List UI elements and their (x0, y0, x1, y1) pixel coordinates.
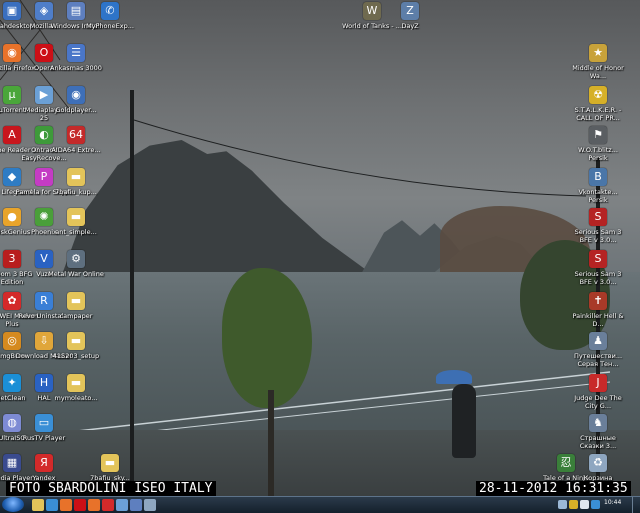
language-icon[interactable] (591, 500, 600, 509)
media-player-icon[interactable] (60, 499, 72, 511)
flag-icon[interactable] (569, 500, 578, 509)
desktop-shortcut-label: campaper (59, 312, 93, 320)
app-icon[interactable] (144, 499, 156, 511)
rustv-icon: ▭ (35, 414, 53, 432)
ie-icon[interactable] (46, 499, 58, 511)
desktop-shortcut[interactable]: B Vkontakte... Persik (568, 168, 628, 204)
folder-explorer-icon[interactable] (32, 499, 44, 511)
desktop-shortcut-label: ant_simple... (55, 228, 97, 236)
network-icon[interactable] (558, 500, 567, 509)
opera-icon[interactable] (74, 499, 86, 511)
taskbar-clock[interactable]: 10:44 (604, 499, 621, 506)
desktop-shortcut[interactable]: ◉ Goldplayer... (46, 86, 106, 114)
folder-icon: ▬ (67, 374, 85, 392)
folder-icon: ▬ (67, 208, 85, 226)
desktop-shortcut-label: MyPhoneExp... (86, 22, 134, 30)
desktop-shortcut[interactable]: S Serious Sam 3 BFE v 3.0... (568, 208, 628, 244)
wot-blitz-icon: ⚑ (589, 126, 607, 144)
start-button[interactable] (2, 497, 24, 512)
desktop-shortcut[interactable]: ♟ Путешестви... Серая Тен... (568, 332, 628, 368)
desktop-shortcut[interactable]: Я Yandex (14, 454, 74, 482)
stalker-icon: ☢ (589, 86, 607, 104)
app-icon[interactable] (130, 499, 142, 511)
app-icon[interactable] (116, 499, 128, 511)
desktop-shortcut-label: Страшные Сказки 3... (579, 434, 617, 450)
desktop-shortcut-label: Serious Sam 3 BFE v 3.0... (574, 228, 622, 244)
setup-icon: ▬ (67, 332, 85, 350)
game-icon: ♟ (589, 332, 607, 350)
folder-icon: ▬ (67, 292, 85, 310)
recycle-bin-icon: ♻ (589, 454, 607, 472)
myphone-icon: ✆ (101, 2, 119, 20)
desktop-shortcut-label: S.T.A.L.K.E.R. - CALL OF PR... (574, 106, 622, 122)
desktop-shortcut[interactable]: ▬ ant_simple... (46, 208, 106, 236)
desktop-shortcut-label: DayZ (401, 22, 419, 30)
desktop-shortcut[interactable]: ✆ MyPhoneExp... (80, 2, 140, 30)
yandex-icon[interactable] (102, 499, 114, 511)
ankasmas-icon: ☰ (67, 44, 85, 62)
desktop-shortcut-label: RusTV Player (22, 434, 66, 442)
wallpaper-cable (0, 0, 587, 197)
watermark-datetime: 28-11-2012 16:31:35 (476, 481, 631, 496)
folder-icon: ▬ (101, 454, 119, 472)
desktop-shortcut[interactable]: S Serious Sam 3 BFE v 3.0... (568, 250, 628, 286)
world-of-tanks-icon: W (363, 2, 381, 20)
game-icon: ♞ (589, 414, 607, 432)
desktop-shortcut[interactable]: ▭ RusTV Player (14, 414, 74, 442)
wallpaper-people (452, 384, 476, 458)
desktop-wallpaper: ▣Kolahdesktop◉Mozilla FirefoxµµTorrentAA… (0, 0, 640, 496)
desktop-shortcut-label: W.O.T.blitz... Persik (578, 146, 618, 162)
metal-war-icon: ⚙ (67, 250, 85, 268)
desktop-shortcut-label: mymoleato... (54, 394, 98, 402)
show-desktop-button[interactable] (632, 497, 640, 513)
desktop-shortcut[interactable]: ▬ mymoleato... (46, 374, 106, 402)
desktop-shortcut-label: Ankasmas 3000 (50, 64, 102, 72)
desktop-shortcut[interactable]: ▬ campaper (46, 292, 106, 320)
desktop-shortcut[interactable]: 64 AIDA64 Extre... (46, 126, 106, 154)
taskbar: 10:44 (0, 496, 640, 513)
desktop-shortcut-label: 7bafiu_kup... (55, 188, 97, 196)
desktop-shortcut[interactable]: ✝ Painkiller Hell & D... (568, 292, 628, 328)
desktop-shortcut-label: Serious Sam 3 BFE v 3.0... (574, 270, 622, 286)
painkiller-icon: ✝ (589, 292, 607, 310)
desktop-shortcut-label: Vkontakte... Persik (578, 188, 618, 204)
desktop-shortcut[interactable]: ▬ 7bafiu_sky... (80, 454, 140, 482)
desktop-shortcut[interactable]: J Judge Dee The City G... (568, 374, 628, 410)
folder-icon: ▬ (67, 168, 85, 186)
desktop-shortcut-label: AIDA64 Extre... (51, 146, 101, 154)
desktop-shortcut-label: Goldplayer... (55, 106, 97, 114)
desktop-shortcut[interactable]: ⚙ Metal War Online (46, 250, 106, 278)
desktop-shortcut[interactable]: ⚑ W.O.T.blitz... Persik (568, 126, 628, 162)
desktop-shortcut-label: Middle of Honor Wa... (572, 64, 624, 80)
judge-dee-icon: J (589, 374, 607, 392)
desktop-shortcut-label: Путешестви... Серая Тен... (573, 352, 623, 368)
medal-of-honor-icon: ★ (589, 44, 607, 62)
wallpaper-umbrella (436, 370, 472, 384)
goldplayer-icon: ◉ (67, 86, 85, 104)
desktop-shortcut[interactable]: ♞ Страшные Сказки 3... (568, 414, 628, 450)
desktop-shortcut[interactable]: ☰ Ankasmas 3000 (46, 44, 106, 72)
serious-sam-icon: S (589, 208, 607, 226)
desktop-shortcut-label: Metal War Online (48, 270, 104, 278)
firefox-icon[interactable] (88, 499, 100, 511)
volume-icon[interactable] (580, 500, 589, 509)
dayz-icon: Z (401, 2, 419, 20)
vkontakte-icon: B (589, 168, 607, 186)
desktop-shortcut[interactable]: Z DayZ (380, 2, 440, 30)
desktop-shortcut[interactable]: ▬ 415203_setup (46, 332, 106, 360)
yandex-icon: Я (35, 454, 53, 472)
desktop-shortcut[interactable]: ▬ 7bafiu_kup... (46, 168, 106, 196)
desktop-shortcut[interactable]: ☢ S.T.A.L.K.E.R. - CALL OF PR... (568, 86, 628, 122)
desktop-shortcut[interactable]: ★ Middle of Honor Wa... (568, 44, 628, 80)
aida64-icon: 64 (67, 126, 85, 144)
desktop-shortcut-label: 415203_setup (52, 352, 100, 360)
desktop-shortcut[interactable]: ♻ Корзина (568, 454, 628, 482)
serious-sam-icon: S (589, 250, 607, 268)
desktop-shortcut-label: Painkiller Hell & D... (572, 312, 624, 328)
desktop-shortcut-label: Judge Dee The City G... (574, 394, 622, 410)
watermark-left: FOTO SBARDOLINI ISEO ITALY (6, 481, 216, 496)
